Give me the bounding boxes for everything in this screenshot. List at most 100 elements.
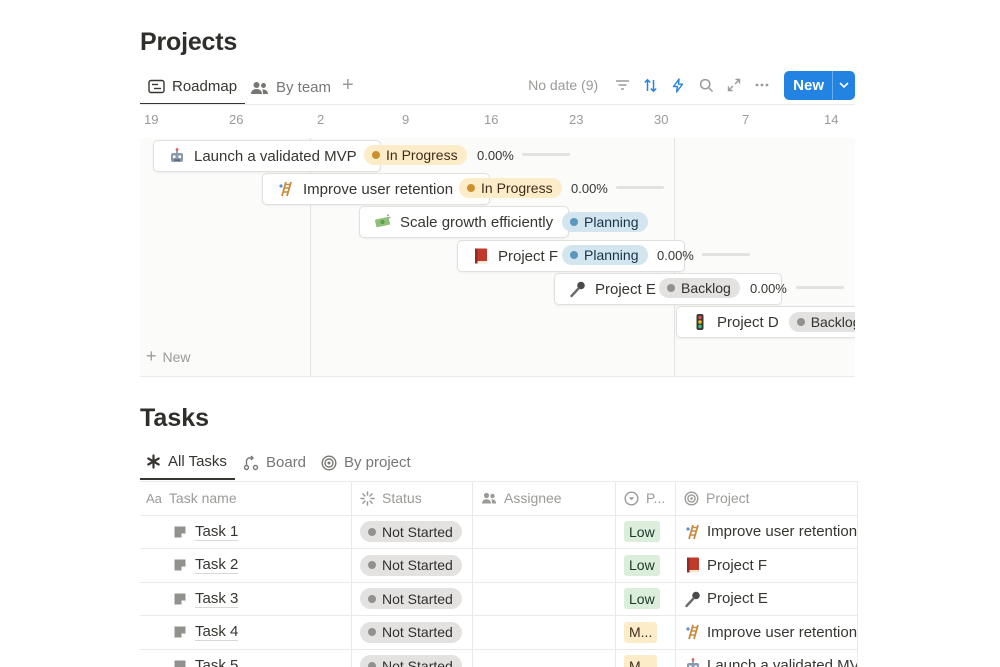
- task-name[interactable]: Task 1: [195, 523, 239, 541]
- priority-badge: M...: [624, 621, 658, 643]
- project-cell[interactable]: Launch a validated MVP: [676, 649, 858, 667]
- column-project[interactable]: Project: [676, 482, 858, 515]
- task-name[interactable]: Task 3: [195, 590, 239, 608]
- task-name[interactable]: Task 5: [195, 657, 238, 667]
- new-button-label: New: [793, 76, 824, 94]
- task-name-cell[interactable]: Task 5: [140, 649, 352, 667]
- table-row[interactable]: Task 2 Not Started Low Project F: [140, 549, 858, 583]
- status-label: Not Started: [382, 590, 453, 607]
- tab-by-project[interactable]: By project: [321, 445, 411, 480]
- assignee-cell[interactable]: [473, 649, 616, 667]
- timeline-card[interactable]: Launch a validated MVP: [153, 140, 381, 172]
- table-row[interactable]: Task 4 Not Started M... Improve user ret…: [140, 616, 858, 650]
- assignee-cell[interactable]: [473, 616, 616, 649]
- timeline-card[interactable]: Improve user retention: [262, 173, 490, 205]
- column-priority[interactable]: P...: [616, 482, 676, 515]
- search-icon[interactable]: [692, 71, 720, 99]
- status-label: In Progress: [481, 180, 553, 196]
- microphone-icon: [569, 280, 587, 298]
- task-name-cell[interactable]: Task 3: [140, 582, 352, 615]
- select-property-icon: [624, 491, 639, 506]
- add-view-button[interactable]: +: [342, 74, 354, 97]
- project-link[interactable]: Launch a validated MVP: [684, 657, 857, 667]
- project-link[interactable]: Project E: [684, 590, 768, 608]
- projects-view-bar: Roadmap By team + No date (9) New: [140, 70, 855, 105]
- filter-icon[interactable]: [608, 71, 636, 99]
- priority-cell[interactable]: M...: [616, 616, 676, 649]
- status-cell[interactable]: Not Started: [352, 549, 473, 582]
- viewbar-divider: [140, 104, 855, 105]
- timeline-card[interactable]: Project D Backlog: [676, 306, 855, 338]
- robot-icon: [684, 657, 702, 667]
- project-cell[interactable]: Improve user retention: [676, 616, 858, 649]
- timeline-card[interactable]: Scale growth efficiently: [359, 206, 569, 238]
- status-badge[interactable]: Backlog: [788, 312, 855, 332]
- column-task-name[interactable]: Aa Task name: [140, 482, 352, 515]
- tab-by-project-label: By project: [344, 454, 411, 471]
- chevron-down-icon[interactable]: [832, 70, 855, 100]
- priority-cell[interactable]: Low: [616, 549, 676, 582]
- new-button[interactable]: New: [784, 70, 855, 100]
- progress-bar: [796, 286, 844, 289]
- status-badge[interactable]: Backlog: [659, 278, 740, 298]
- task-name[interactable]: Task 4: [195, 623, 239, 642]
- more-icon[interactable]: [748, 71, 776, 99]
- assignee-cell[interactable]: [473, 582, 616, 615]
- project-cell[interactable]: Improve user retention: [676, 515, 858, 548]
- table-row[interactable]: Task 3 Not Started Low Project E: [140, 582, 858, 616]
- tab-all-tasks[interactable]: All Tasks: [140, 445, 235, 480]
- column-status[interactable]: Status: [352, 482, 473, 515]
- status-badge: Not Started: [360, 621, 462, 643]
- project-cell[interactable]: Project E: [676, 582, 858, 615]
- priority-cell[interactable]: M...: [616, 649, 676, 667]
- priority-cell[interactable]: Low: [616, 515, 676, 548]
- microphone-icon: [684, 590, 702, 608]
- expand-icon[interactable]: [720, 71, 748, 99]
- project-link[interactable]: Improve user retention: [684, 623, 857, 641]
- sort-icon[interactable]: [636, 71, 664, 99]
- automation-icon[interactable]: [664, 71, 692, 99]
- project-link[interactable]: Improve user retention: [684, 523, 857, 541]
- date-label: 16: [484, 112, 499, 127]
- task-name[interactable]: Task 2: [195, 556, 239, 575]
- no-date-button[interactable]: No date (9): [528, 77, 598, 93]
- progress-percent: 0.00%: [571, 181, 608, 196]
- assignee-cell[interactable]: [473, 549, 616, 582]
- table-row[interactable]: Task 1 Not Started Low Improve user rete…: [140, 515, 858, 549]
- tab-board[interactable]: Board: [243, 445, 306, 480]
- project-name: Project F: [707, 556, 768, 574]
- table-header: Aa Task name Status Assignee P... Projec…: [140, 482, 858, 516]
- task-name-cell[interactable]: Task 2: [140, 549, 352, 582]
- timeline-new-button[interactable]: + New: [146, 346, 191, 367]
- target-icon: [684, 491, 699, 506]
- task-name-cell[interactable]: Task 4: [140, 616, 352, 649]
- timeline-date-header: 19 26 2 9 16 23 30 7 14: [0, 112, 1000, 132]
- book-icon: [684, 556, 702, 574]
- status-badge[interactable]: In Progress: [459, 178, 562, 198]
- tab-by-team[interactable]: By team: [250, 70, 331, 105]
- card-title: Project F: [498, 247, 559, 265]
- timeline-icon: [148, 79, 165, 94]
- project-cell[interactable]: Project F: [676, 549, 858, 582]
- status-cell[interactable]: Not Started: [352, 582, 473, 615]
- status-label: Planning: [584, 214, 639, 230]
- priority-cell[interactable]: Low: [616, 582, 676, 615]
- status-badge[interactable]: Planning: [562, 245, 648, 265]
- table-row[interactable]: Task 5 Not Started M... Launch a validat…: [140, 649, 858, 667]
- status-badge[interactable]: In Progress: [364, 145, 467, 165]
- task-name-cell[interactable]: Task 1: [140, 515, 352, 548]
- book-icon: [472, 247, 490, 265]
- assignee-cell[interactable]: [473, 515, 616, 548]
- status-dot: [467, 184, 475, 192]
- column-assignee[interactable]: Assignee: [473, 482, 616, 515]
- status-cell[interactable]: Not Started: [352, 616, 473, 649]
- status-label: Not Started: [382, 557, 453, 574]
- status-badge[interactable]: Planning: [562, 212, 648, 232]
- status-cell[interactable]: Not Started: [352, 515, 473, 548]
- timeline-canvas[interactable]: Launch a validated MVP In Progress 0.00%…: [140, 138, 855, 377]
- tab-roadmap[interactable]: Roadmap: [140, 70, 246, 105]
- project-link[interactable]: Project F: [684, 556, 767, 574]
- status-property-icon: [360, 491, 375, 506]
- priority-badge: M...: [624, 655, 658, 667]
- status-cell[interactable]: Not Started: [352, 649, 473, 667]
